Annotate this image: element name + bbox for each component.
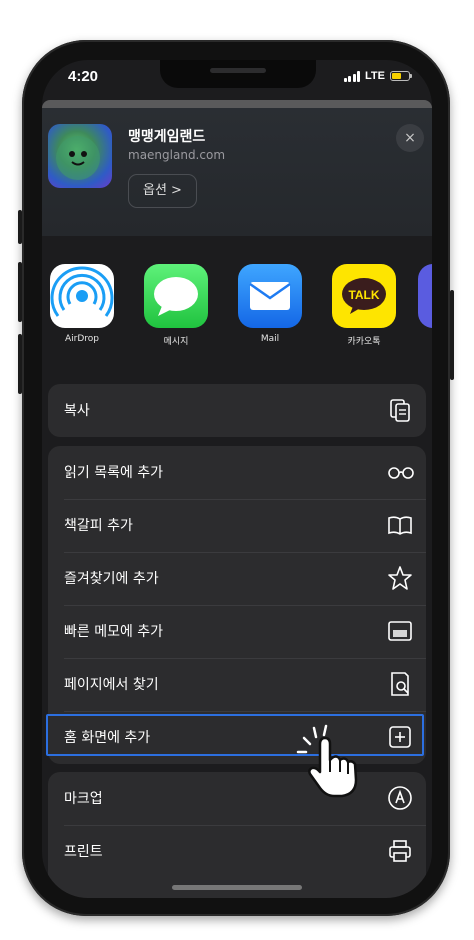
copy-section: 복사 xyxy=(48,384,426,437)
app-label: AirDrop xyxy=(64,334,99,344)
action-reading-list[interactable]: 읽기 목록에 추가 xyxy=(48,446,426,499)
kakao-talk-text: TALK xyxy=(348,288,379,302)
share-sheet-header: 맹맹게임랜드 maengland.com 옵션 > × xyxy=(42,108,432,236)
site-favicon-icon xyxy=(48,124,112,188)
app-mail[interactable]: Mail xyxy=(230,264,310,344)
phone-screen: 4:20 LTE 맹맹게임랜드 maengland.com 옵션 > × Air… xyxy=(42,60,432,898)
action-label: 빠른 메모에 추가 xyxy=(64,624,164,640)
close-button[interactable]: × xyxy=(396,124,424,152)
app-label: 카카오톡 xyxy=(347,337,381,347)
status-indicators: LTE xyxy=(343,70,412,82)
action-bookmark[interactable]: 책갈피 추가 xyxy=(48,499,426,552)
notch xyxy=(160,60,316,88)
find-in-page-icon xyxy=(391,672,409,696)
glasses-icon xyxy=(388,467,414,479)
action-label: 책갈피 추가 xyxy=(64,518,133,534)
action-copy[interactable]: 복사 xyxy=(48,384,426,437)
kakaotalk-icon: TALK xyxy=(332,264,396,328)
action-label: 프린트 xyxy=(64,844,103,860)
action-label: 마크업 xyxy=(64,791,103,807)
action-label: 복사 xyxy=(64,403,90,419)
app-partial-more[interactable] xyxy=(418,264,432,328)
quick-note-icon xyxy=(388,621,412,641)
action-print[interactable]: 프린트 xyxy=(48,825,426,878)
app-kakaotalk[interactable]: TALK 카카오톡 xyxy=(324,264,404,347)
home-indicator xyxy=(172,885,302,890)
book-icon xyxy=(388,516,412,535)
action-label: 읽기 목록에 추가 xyxy=(64,465,164,481)
signal-icon xyxy=(343,70,361,82)
volume-up-button xyxy=(18,262,22,322)
tap-hand-icon xyxy=(296,724,358,798)
app-airdrop[interactable]: AirDrop xyxy=(42,264,122,344)
close-icon: × xyxy=(404,130,416,146)
power-button xyxy=(450,290,454,380)
action-label: 페이지에서 찾기 xyxy=(64,677,159,693)
mail-icon xyxy=(238,264,302,328)
background-sheet-edge xyxy=(42,100,432,108)
site-title: 맹맹게임랜드 xyxy=(128,129,206,145)
status-bar: 4:20 LTE xyxy=(42,60,432,96)
app-messages[interactable]: 메시지 xyxy=(136,264,216,347)
airdrop-icon xyxy=(50,264,114,328)
options-button[interactable]: 옵션 > xyxy=(128,174,197,208)
copy-icon xyxy=(390,399,410,422)
battery-icon xyxy=(390,71,412,81)
star-icon xyxy=(388,566,412,590)
action-label: 즐겨찾기에 추가 xyxy=(64,571,159,587)
status-time: 4:20 xyxy=(68,68,99,85)
mute-switch xyxy=(18,210,22,244)
app-label: 메시지 xyxy=(163,337,189,347)
markup-icon xyxy=(388,786,412,810)
partial-app-icon xyxy=(418,264,432,328)
action-favorites[interactable]: 즐겨찾기에 추가 xyxy=(48,552,426,605)
volume-down-button xyxy=(18,334,22,394)
messages-icon xyxy=(144,264,208,328)
action-quick-note[interactable]: 빠른 메모에 추가 xyxy=(48,605,426,658)
action-find-in-page[interactable]: 페이지에서 찾기 xyxy=(48,658,426,711)
share-apps-row: AirDrop 메시지 Mail TALK 카카오톡 xyxy=(42,264,432,364)
site-url: maengland.com xyxy=(128,148,226,162)
app-label: Mail xyxy=(260,334,280,344)
speaker-grille xyxy=(210,68,266,73)
printer-icon xyxy=(389,840,411,862)
network-type: LTE xyxy=(365,70,385,82)
